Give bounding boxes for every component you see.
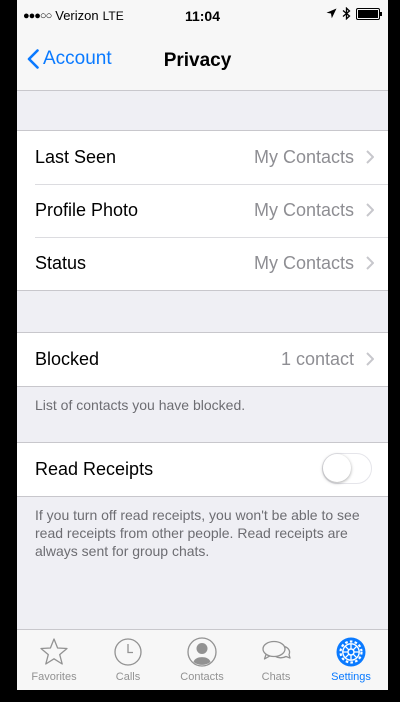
row-label: Read Receipts — [35, 459, 154, 479]
blocked-footer-text: List of contacts you have blocked. — [35, 397, 246, 413]
row-label: Blocked — [35, 349, 100, 369]
row-value: My Contacts — [253, 147, 354, 167]
bluetooth-icon — [342, 7, 351, 20]
location-arrow-icon — [326, 8, 337, 19]
tab-settings[interactable]: Settings — [314, 636, 388, 688]
blocked-group: Blocked 1 contact — [17, 332, 388, 387]
tab-favorites[interactable]: Favorites — [17, 636, 91, 688]
blocked-row[interactable]: Blocked 1 contact — [17, 333, 388, 386]
tab-chats[interactable]: Chats — [239, 636, 313, 688]
phone-screen: ●●●○○ Verizon LTE 11:04 Account Privacy … — [17, 0, 388, 690]
tab-bar: Favorites Calls Contacts Chats Settings — [17, 629, 388, 690]
tab-label: Contacts — [180, 671, 224, 683]
row-label: Status — [35, 253, 87, 273]
profile-photo-row[interactable]: Profile Photo My Contacts — [17, 184, 388, 237]
tab-contacts[interactable]: Contacts — [165, 636, 239, 688]
tab-calls[interactable]: Calls — [91, 636, 165, 688]
chevron-right-icon — [366, 352, 374, 366]
chevron-right-icon — [366, 150, 374, 164]
person-icon — [187, 637, 217, 667]
status-row[interactable]: Status My Contacts — [17, 237, 388, 290]
read-receipts-group: Read Receipts — [17, 442, 388, 497]
last-seen-row[interactable]: Last Seen My Contacts — [17, 131, 388, 184]
row-label: Profile Photo — [35, 200, 139, 220]
page-title-text: Privacy — [163, 50, 232, 71]
back-button-label: Account — [43, 48, 112, 69]
read-receipts-toggle[interactable] — [322, 453, 372, 484]
read-receipts-footer-text: If you turn off read receipts, you won't… — [35, 507, 360, 559]
battery-icon — [356, 7, 382, 20]
tab-label: Favorites — [31, 671, 77, 683]
row-value: 1 contact — [280, 349, 354, 369]
tab-label: Settings — [331, 671, 371, 683]
star-icon — [40, 638, 68, 665]
chevron-left-icon — [27, 49, 39, 69]
toggle-knob — [323, 454, 351, 482]
status-bar: ●●●○○ Verizon LTE 11:04 — [17, 0, 388, 30]
navigation-bar: Account Privacy — [17, 30, 388, 91]
row-label: Last Seen — [35, 147, 117, 167]
row-value: My Contacts — [253, 200, 354, 220]
tab-label: Chats — [261, 671, 291, 683]
clock-icon — [114, 638, 142, 666]
chevron-right-icon — [366, 203, 374, 217]
read-receipts-row: Read Receipts — [17, 443, 388, 496]
chevron-right-icon — [366, 256, 374, 270]
privacy-settings-group: Last Seen My Contacts Profile Photo My C… — [17, 130, 388, 291]
tab-label: Calls — [115, 671, 141, 683]
status-right — [326, 7, 382, 20]
row-value: My Contacts — [253, 253, 354, 273]
gear-icon — [336, 637, 366, 667]
chat-bubbles-icon — [262, 640, 291, 660]
back-button[interactable]: Account — [27, 48, 112, 70]
